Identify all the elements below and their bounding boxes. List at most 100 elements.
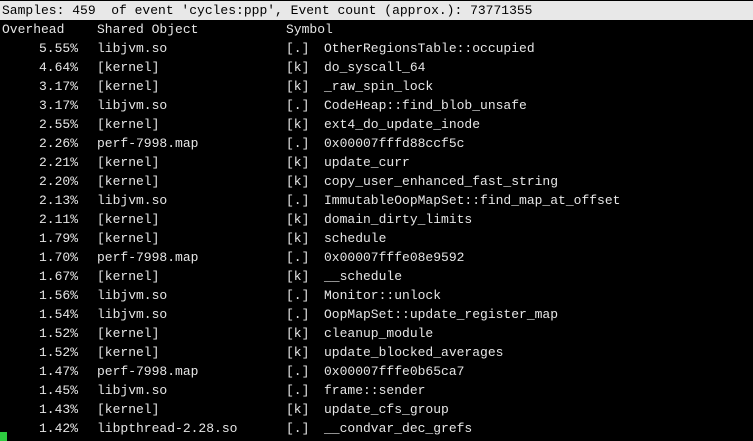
overhead-value: 1.70% xyxy=(38,250,78,265)
shared-object-value: perf-7998.map xyxy=(97,250,199,265)
overhead-value: 2.26% xyxy=(38,136,78,151)
table-row[interactable]: 1.52% [kernel] [k] update_blocked_averages xyxy=(0,343,753,362)
symbol-value: cleanup_module xyxy=(324,326,434,341)
table-row[interactable]: 1.79% [kernel] [k] schedule xyxy=(0,229,753,248)
privilege-marker: [k] xyxy=(286,79,310,94)
shared-object-value: perf-7998.map xyxy=(97,364,199,379)
shared-object-value: [kernel] xyxy=(97,155,160,170)
shared-object-value: [kernel] xyxy=(97,231,160,246)
table-row[interactable]: 2.20% [kernel] [k] copy_user_enhanced_fast_… xyxy=(0,172,753,191)
table-row[interactable]: 1.45% libjvm.so [.] frame::sender xyxy=(0,381,753,400)
overhead-value: 5.55% xyxy=(38,41,78,56)
privilege-marker: [k] xyxy=(286,117,310,132)
symbol-value: update_cfs_group xyxy=(324,402,449,417)
shared-object-value: [kernel] xyxy=(97,174,160,189)
table-row[interactable]: 5.55% libjvm.so [.] OtherRegionsTable::occu… xyxy=(0,39,753,58)
overhead-value: 3.17% xyxy=(38,98,78,113)
shared-object-value: libjvm.so xyxy=(97,193,168,208)
symbol-value: ext4_do_update_inode xyxy=(324,117,481,132)
table-row[interactable]: 2.21% [kernel] [k] update_curr xyxy=(0,153,753,172)
table-row[interactable]: 2.11% [kernel] [k] domain_dirty_limits xyxy=(0,210,753,229)
table-row[interactable]: 3.17% libjvm.so [.] CodeHeap::find_blob_uns… xyxy=(0,96,753,115)
privilege-marker: [k] xyxy=(286,326,310,341)
overhead-value: 1.52% xyxy=(38,326,78,341)
privilege-marker: [k] xyxy=(286,231,310,246)
overhead-value: 1.67% xyxy=(38,269,78,284)
shared-object-value: libjvm.so xyxy=(97,307,168,322)
column-header-shared-object[interactable]: Shared Object xyxy=(97,20,198,39)
privilege-marker: [k] xyxy=(286,345,310,360)
privilege-marker: [.] xyxy=(286,250,310,265)
overhead-value: 1.43% xyxy=(38,402,78,417)
symbol-value: update_curr xyxy=(324,155,410,170)
symbol-value: copy_user_enhanced_fast_string xyxy=(324,174,559,189)
sample-summary-header: Samples: 459 of event 'cycles:ppp', Even… xyxy=(0,1,753,20)
privilege-marker: [.] xyxy=(286,383,310,398)
privilege-marker: [.] xyxy=(286,136,310,151)
overhead-value: 2.13% xyxy=(38,193,78,208)
privilege-marker: [k] xyxy=(286,155,310,170)
shared-object-value: [kernel] xyxy=(97,269,160,284)
symbol-value: 0x00007fffe08e9592 xyxy=(324,250,465,265)
symbol-value: domain_dirty_limits xyxy=(324,212,473,227)
shared-object-value: libjvm.so xyxy=(97,41,168,56)
shared-object-value: [kernel] xyxy=(97,402,160,417)
table-row[interactable]: 2.26% perf-7998.map [.] 0x00007fffd88ccf5c xyxy=(0,134,753,153)
symbol-value: OtherRegionsTable::occupied xyxy=(324,41,535,56)
table-row[interactable]: 1.56% libjvm.so [.] Monitor::unlock xyxy=(0,286,753,305)
table-row[interactable]: 1.47% perf-7998.map [.] 0x00007fffe0b65ca7 xyxy=(0,362,753,381)
symbol-value: frame::sender xyxy=(324,383,426,398)
shared-object-value: perf-7998.map xyxy=(97,136,199,151)
symbol-value: schedule xyxy=(324,231,387,246)
symbol-value: _raw_spin_lock xyxy=(324,79,434,94)
perf-report-terminal[interactable]: Samples: 459 of event 'cycles:ppp', Even… xyxy=(0,0,753,441)
table-row[interactable]: 1.70% perf-7998.map [.] 0x00007fffe08e9592 xyxy=(0,248,753,267)
table-row[interactable]: 2.13% libjvm.so [.] ImmutableOopMapSet::fin… xyxy=(0,191,753,210)
overhead-value: 1.52% xyxy=(38,345,78,360)
shared-object-value: libjvm.so xyxy=(97,288,168,303)
overhead-value: 1.47% xyxy=(38,364,78,379)
privilege-marker: [.] xyxy=(286,41,310,56)
privilege-marker: [k] xyxy=(286,269,310,284)
symbol-value: OopMapSet::update_register_map xyxy=(324,307,559,322)
privilege-marker: [k] xyxy=(286,402,310,417)
shared-object-value: [kernel] xyxy=(97,117,160,132)
overhead-value: 1.79% xyxy=(38,231,78,246)
shared-object-value: [kernel] xyxy=(97,212,160,227)
privilege-marker: [k] xyxy=(286,60,310,75)
overhead-value: 1.45% xyxy=(38,383,78,398)
symbol-value: Monitor::unlock xyxy=(324,288,442,303)
overhead-value: 4.64% xyxy=(38,60,78,75)
privilege-marker: [.] xyxy=(286,193,310,208)
terminal-cursor xyxy=(0,432,7,441)
privilege-marker: [.] xyxy=(286,98,310,113)
overhead-value: 2.55% xyxy=(38,117,78,132)
status-line xyxy=(0,432,753,441)
overhead-value: 3.17% xyxy=(38,79,78,94)
privilege-marker: [k] xyxy=(286,212,310,227)
column-header-row: Overhead Shared Object Symbol xyxy=(0,20,753,39)
table-row[interactable]: 2.55% [kernel] [k] ext4_do_update_inode xyxy=(0,115,753,134)
overhead-value: 1.56% xyxy=(38,288,78,303)
column-header-overhead[interactable]: Overhead xyxy=(2,20,64,39)
table-row[interactable]: 1.67% [kernel] [k] __schedule xyxy=(0,267,753,286)
table-row[interactable]: 3.17% [kernel] [k] _raw_spin_lock xyxy=(0,77,753,96)
table-row[interactable]: 1.54% libjvm.so [.] OopMapSet::update_regis… xyxy=(0,305,753,324)
shared-object-value: [kernel] xyxy=(97,79,160,94)
symbol-value: ImmutableOopMapSet::find_map_at_offset xyxy=(324,193,621,208)
overhead-value: 2.21% xyxy=(38,155,78,170)
overhead-value: 2.20% xyxy=(38,174,78,189)
shared-object-value: libjvm.so xyxy=(97,98,168,113)
privilege-marker: [.] xyxy=(286,307,310,322)
shared-object-value: [kernel] xyxy=(97,345,160,360)
privilege-marker: [.] xyxy=(286,288,310,303)
symbol-value: do_syscall_64 xyxy=(324,60,426,75)
symbol-value: __schedule xyxy=(324,269,403,284)
column-header-symbol[interactable]: Symbol xyxy=(286,20,333,39)
table-row[interactable]: 4.64% [kernel] [k] do_syscall_64 xyxy=(0,58,753,77)
table-row[interactable]: 1.43% [kernel] [k] update_cfs_group xyxy=(0,400,753,419)
shared-object-value: [kernel] xyxy=(97,326,160,341)
symbol-value: 0x00007fffd88ccf5c xyxy=(324,136,465,151)
table-row[interactable]: 1.52% [kernel] [k] cleanup_module xyxy=(0,324,753,343)
symbol-value: CodeHeap::find_blob_unsafe xyxy=(324,98,527,113)
